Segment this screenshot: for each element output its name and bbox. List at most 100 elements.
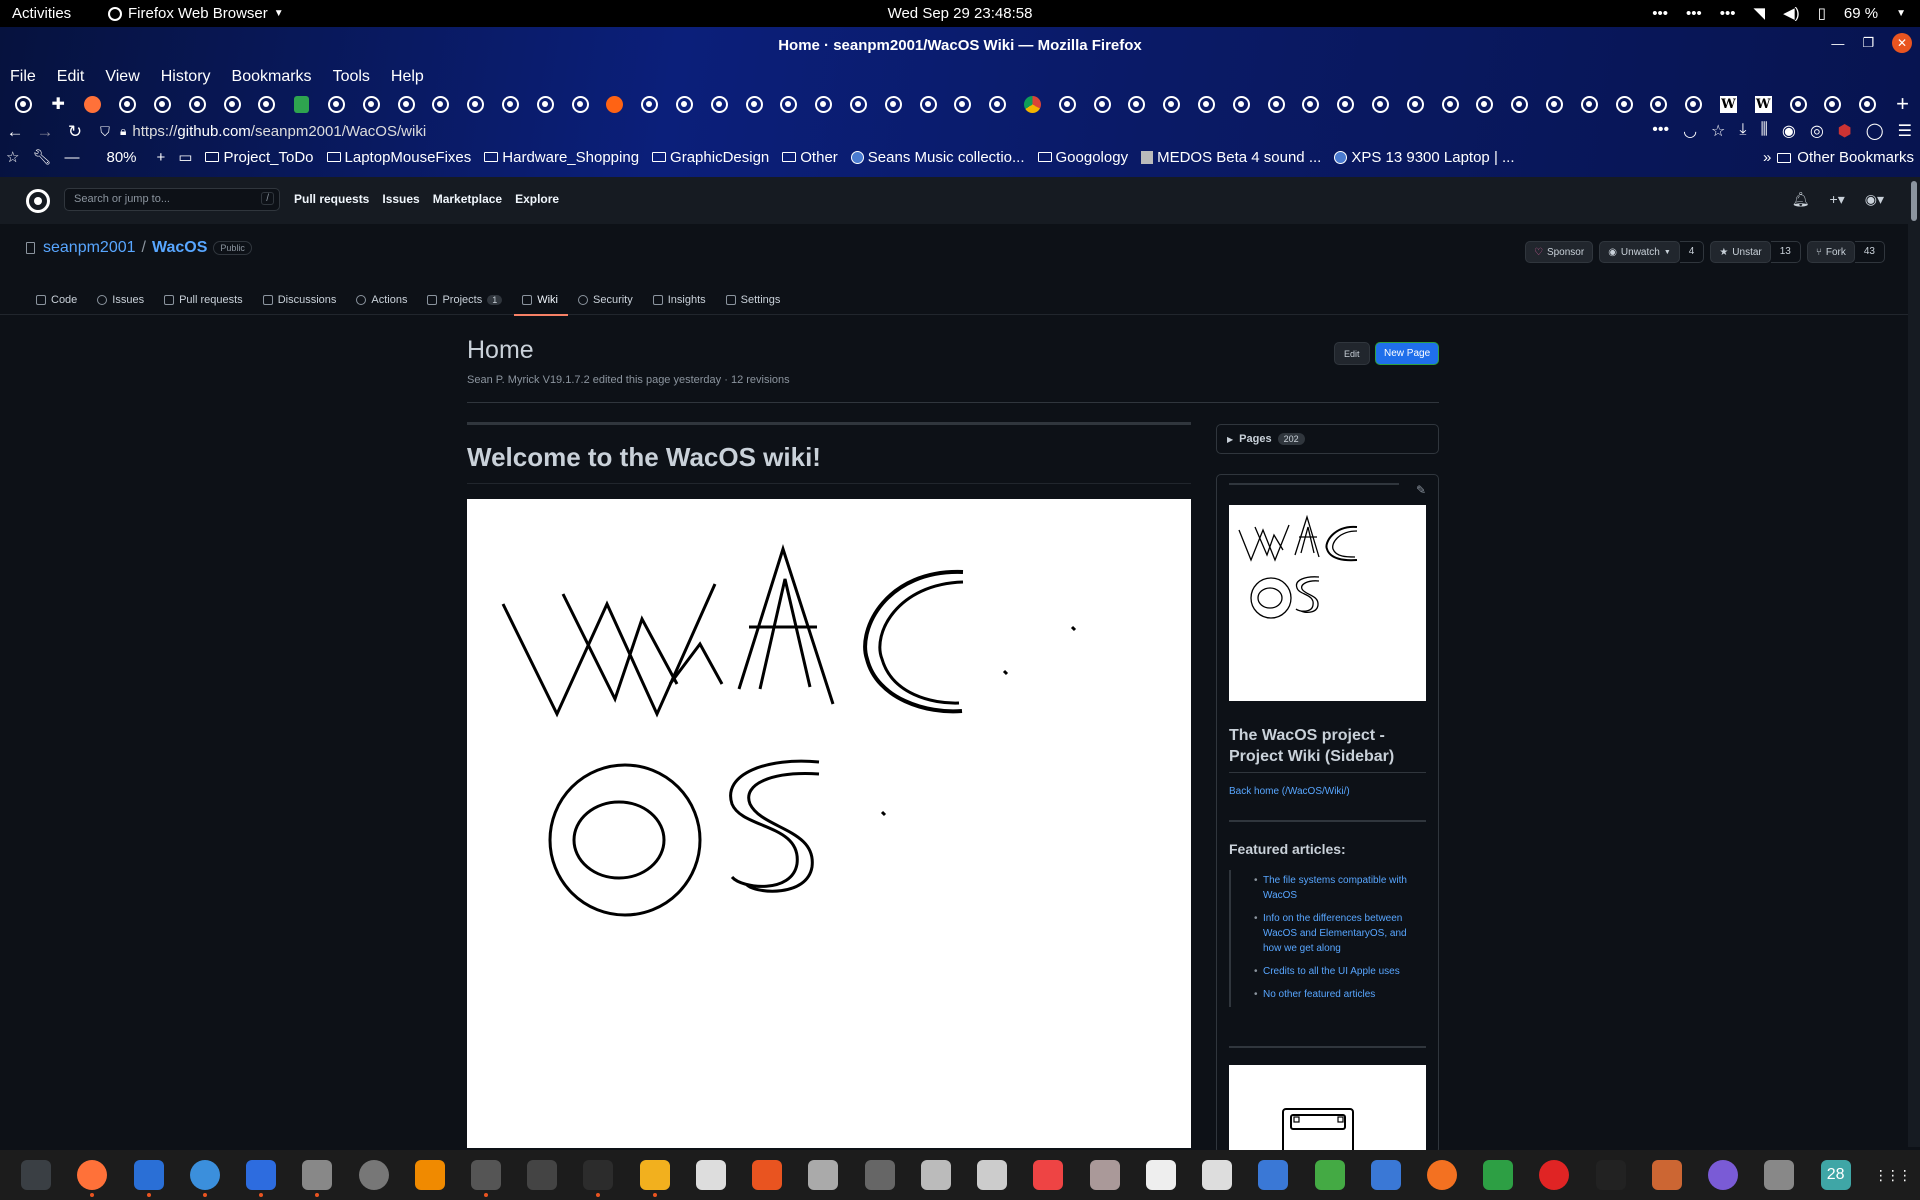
- bookmark-item[interactable]: Seans Music collectio...: [850, 149, 1025, 166]
- browser-tab[interactable]: [1676, 90, 1711, 118]
- create-new-icon[interactable]: +▾: [1830, 191, 1845, 208]
- tab-projects[interactable]: Projects 1: [427, 286, 503, 314]
- browser-tab[interactable]: [632, 90, 667, 118]
- tab-discussions[interactable]: Discussions: [262, 286, 336, 314]
- browser-tab[interactable]: [946, 90, 981, 118]
- github-extension-icon[interactable]: ◯: [1866, 121, 1884, 141]
- browser-tab[interactable]: [667, 90, 702, 118]
- tab-security[interactable]: Security: [578, 286, 633, 314]
- tab-insights[interactable]: Insights: [652, 286, 706, 314]
- help-icon[interactable]: [177, 1150, 233, 1200]
- close-icon[interactable]: ✕: [1892, 33, 1912, 53]
- browser-tab[interactable]: [180, 90, 215, 118]
- featured-article-link[interactable]: Info on the differences between WacOS an…: [1231, 908, 1426, 961]
- browser-tab[interactable]: [1120, 90, 1155, 118]
- pencil-icon[interactable]: ✎: [1416, 483, 1426, 497]
- browser-tab[interactable]: [145, 90, 180, 118]
- fork-button[interactable]: ⑂ Fork: [1806, 241, 1855, 263]
- zoom-in-icon[interactable]: +: [157, 149, 166, 166]
- screenshot-icon[interactable]: [964, 1150, 1020, 1200]
- tool-icon[interactable]: [1751, 1150, 1807, 1200]
- pocket-icon[interactable]: ◡: [1683, 121, 1697, 141]
- browser-tab[interactable]: ✚: [41, 90, 76, 118]
- calendar-icon[interactable]: 28: [1808, 1150, 1864, 1200]
- browser-tab[interactable]: [1850, 90, 1885, 118]
- library-icon[interactable]: ⫼: [1760, 121, 1767, 141]
- minimize-icon[interactable]: —: [1831, 36, 1844, 51]
- pages-toggle[interactable]: ▶ Pages 202: [1216, 424, 1439, 454]
- browser-tab[interactable]: [1572, 90, 1607, 118]
- settings-icon[interactable]: [345, 1150, 401, 1200]
- watch-count[interactable]: 4: [1679, 241, 1705, 263]
- browser-tab[interactable]: [980, 90, 1015, 118]
- system-monitor-icon[interactable]: [8, 1150, 64, 1200]
- browser-tab[interactable]: [1502, 90, 1537, 118]
- window-titlebar[interactable]: Home · seanpm2001/WacOS Wiki — Mozilla F…: [0, 27, 1920, 64]
- nav-explore[interactable]: Explore: [515, 192, 559, 206]
- browser-tab[interactable]: [319, 90, 354, 118]
- bookmark-item[interactable]: Googology: [1037, 149, 1128, 166]
- featured-article-link[interactable]: Credits to all the UI Apple uses: [1231, 961, 1426, 984]
- more-icon[interactable]: •••: [1720, 5, 1736, 22]
- search-icon[interactable]: [795, 1150, 851, 1200]
- menu-tools[interactable]: Tools: [333, 68, 370, 86]
- other-bookmarks[interactable]: Other Bookmarks: [1797, 149, 1914, 166]
- zoom-level[interactable]: 80%: [107, 149, 137, 166]
- maximize-icon[interactable]: ❐: [1862, 35, 1874, 51]
- featured-article-link[interactable]: The file systems compatible with WacOS: [1231, 870, 1426, 908]
- browser-tab[interactable]: [737, 90, 772, 118]
- chevron-double-right-icon[interactable]: »: [1763, 149, 1771, 166]
- clock[interactable]: Wed Sep 29 23:48:58: [0, 5, 1920, 22]
- browser-tab[interactable]: [1224, 90, 1259, 118]
- extension-icon[interactable]: ◎: [1810, 121, 1824, 141]
- browser-tab[interactable]: [1363, 90, 1398, 118]
- browser-tab[interactable]: [1781, 90, 1816, 118]
- url-bar[interactable]: https://github.com/seanpm2001/WacOS/wiki: [132, 123, 426, 140]
- wrench-icon[interactable]: 🔧︎: [32, 148, 51, 166]
- browser-tab[interactable]: [1328, 90, 1363, 118]
- backup-icon[interactable]: [1414, 1150, 1470, 1200]
- avatar[interactable]: ◉▾: [1865, 191, 1884, 208]
- tasks-icon[interactable]: [1245, 1150, 1301, 1200]
- text-editor-icon[interactable]: [233, 1150, 289, 1200]
- tab-wiki[interactable]: Wiki: [514, 286, 568, 316]
- monitor-icon[interactable]: [683, 1150, 739, 1200]
- sponsor-button[interactable]: ♡ Sponsor: [1524, 241, 1594, 263]
- vim-icon[interactable]: [1301, 1150, 1357, 1200]
- browser-tab[interactable]: [458, 90, 493, 118]
- browser-tab[interactable]: [563, 90, 598, 118]
- new-page-button[interactable]: New Page: [1375, 342, 1440, 365]
- browser-tab[interactable]: [528, 90, 563, 118]
- bell-icon[interactable]: 🔔︎: [1792, 191, 1810, 208]
- star-count[interactable]: 13: [1770, 241, 1801, 263]
- bookmark-star-icon[interactable]: ☆: [6, 148, 19, 166]
- app-icon[interactable]: [458, 1150, 514, 1200]
- writer-icon[interactable]: [120, 1150, 176, 1200]
- more-icon[interactable]: •••: [1686, 5, 1702, 22]
- bookmark-item[interactable]: LaptopMouseFixes: [326, 149, 471, 166]
- browser-tab[interactable]: [215, 90, 250, 118]
- browser-tab[interactable]: [1467, 90, 1502, 118]
- power-menu-icon[interactable]: ▼: [1896, 8, 1906, 19]
- app-menu[interactable]: Firefox Web Browser ▼: [108, 5, 284, 22]
- page-scrollbar[interactable]: [1908, 177, 1920, 1147]
- new-folder-icon[interactable]: ▭: [178, 148, 192, 166]
- files-icon[interactable]: [289, 1150, 345, 1200]
- nav-marketplace[interactable]: Marketplace: [433, 192, 502, 206]
- font-icon[interactable]: [1189, 1150, 1245, 1200]
- browser-tab[interactable]: [250, 90, 285, 118]
- terminal-icon[interactable]: [570, 1150, 626, 1200]
- fork-count[interactable]: 43: [1854, 241, 1885, 263]
- repo-name-link[interactable]: WacOS: [152, 239, 207, 257]
- back-icon[interactable]: ←: [0, 122, 30, 142]
- new-tab-icon[interactable]: +: [1885, 90, 1920, 118]
- unwatch-button[interactable]: ◉ Unwatch ▼: [1599, 241, 1680, 263]
- browser-tab[interactable]: [911, 90, 946, 118]
- bookmark-item[interactable]: Other: [782, 149, 838, 166]
- forward-icon[interactable]: →: [30, 122, 60, 142]
- menu-file[interactable]: File: [10, 68, 36, 86]
- tab-actions[interactable]: Actions: [356, 286, 407, 314]
- activities-button[interactable]: Activities: [12, 5, 71, 22]
- browser-tab[interactable]: [76, 90, 111, 118]
- bookmark-item[interactable]: XPS 13 9300 Laptop | ...: [1334, 149, 1515, 166]
